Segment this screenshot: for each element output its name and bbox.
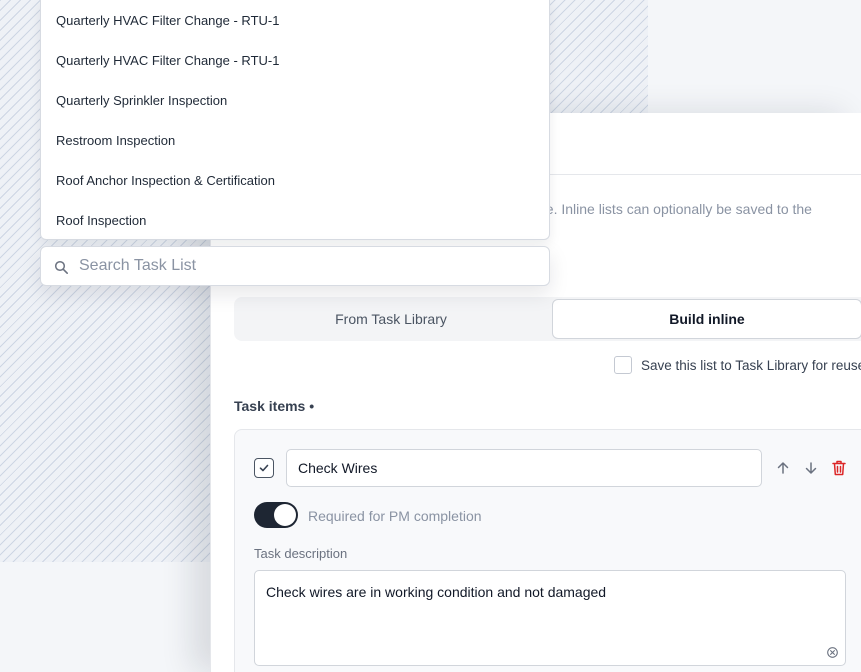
- close-circle-icon: [826, 646, 838, 658]
- save-to-library-label: Save this list to Task Library for reuse: [641, 357, 861, 373]
- task-source-toggle: From Task Library Build inline: [234, 297, 861, 341]
- list-item[interactable]: Quarterly Sprinkler Inspection: [41, 80, 549, 120]
- save-to-library-row[interactable]: Save this list to Task Library for reuse: [614, 356, 861, 374]
- list-item[interactable]: Quarterly HVAC Filter Change - RTU-1: [41, 0, 549, 40]
- toggle-knob: [274, 504, 296, 526]
- arrow-up-icon: [777, 462, 789, 474]
- search-task-list-box: [40, 246, 550, 286]
- move-down-button[interactable]: [802, 459, 820, 477]
- task-description-textarea[interactable]: Check wires are in working condition and…: [254, 570, 846, 666]
- move-up-button[interactable]: [774, 459, 792, 477]
- task-name-input[interactable]: Check Wires: [286, 449, 762, 487]
- required-toggle[interactable]: [254, 502, 298, 528]
- task-items-label: Task items •: [234, 398, 315, 414]
- search-icon: [53, 259, 69, 275]
- list-item[interactable]: Restroom Inspection: [41, 120, 549, 160]
- trash-icon: [832, 460, 846, 476]
- checkmark-icon: [259, 464, 269, 472]
- arrow-down-icon: [805, 462, 817, 474]
- tab-from-task-library[interactable]: From Task Library: [236, 299, 546, 339]
- task-list-dropdown: Quarterly HVAC Filter Change - RTU-1 Qua…: [40, 0, 550, 240]
- task-description-label: Task description: [254, 546, 348, 561]
- task-item-card: Check Wires Required for PM completion T…: [234, 429, 861, 672]
- search-input[interactable]: [79, 247, 539, 285]
- delete-task-button[interactable]: [830, 459, 848, 477]
- clear-icon[interactable]: [826, 646, 838, 658]
- task-description-text: Check wires are in working condition and…: [266, 584, 607, 600]
- required-label: Required for PM completion: [308, 508, 482, 524]
- task-checkbox[interactable]: [254, 458, 274, 478]
- save-to-library-checkbox[interactable]: [614, 356, 632, 374]
- list-item[interactable]: Quarterly HVAC Filter Change - RTU-1: [41, 40, 549, 80]
- tab-build-inline[interactable]: Build inline: [552, 299, 861, 339]
- panel-description: ne. Inline lists can optionally be saved…: [538, 201, 812, 217]
- list-item[interactable]: Roof Anchor Inspection & Certification: [41, 160, 549, 200]
- list-item[interactable]: Roof Inspection: [41, 200, 549, 240]
